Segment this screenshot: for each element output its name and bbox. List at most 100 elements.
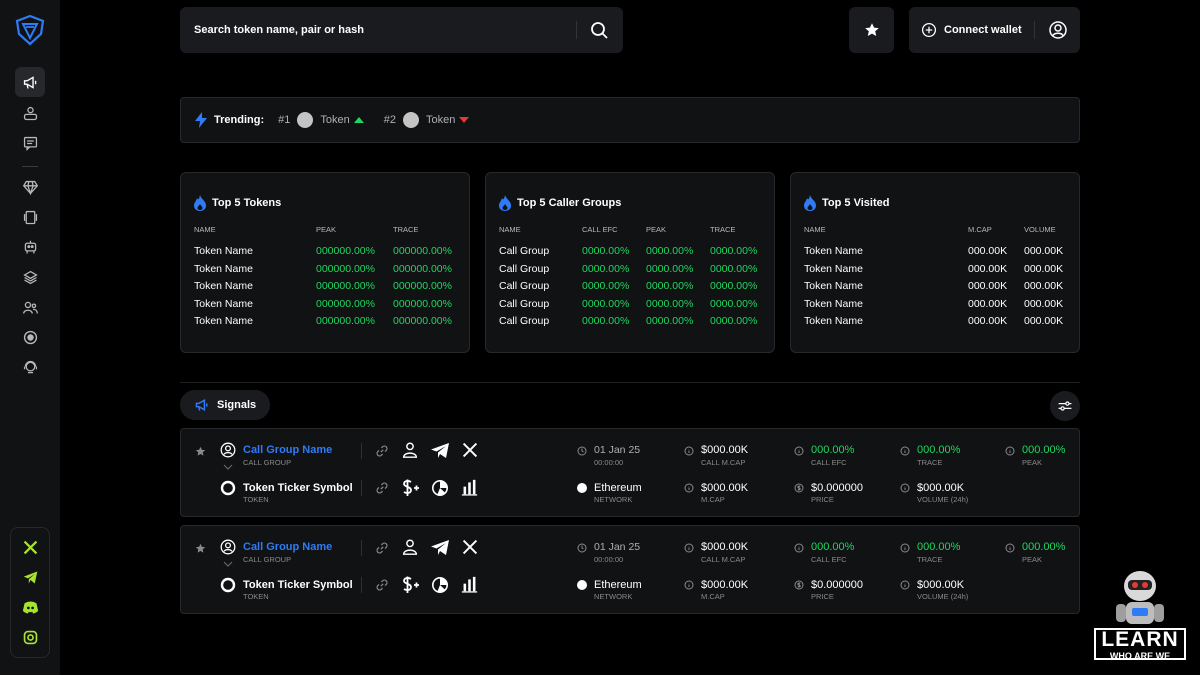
x-icon[interactable]: [462, 442, 478, 458]
info-icon[interactable]: [900, 543, 910, 553]
sidebar-item-chat[interactable]: [15, 128, 45, 158]
telegram-icon[interactable]: [430, 442, 450, 459]
app-logo-icon[interactable]: [14, 14, 46, 46]
column-header: M.CAP: [968, 225, 992, 234]
peak-label: PEAK: [1022, 458, 1043, 467]
chevron-down-icon[interactable]: [223, 464, 233, 470]
call-group-cell[interactable]: Call Group: [499, 263, 549, 275]
info-icon[interactable]: [684, 543, 694, 553]
pie-chart-icon[interactable]: [431, 576, 449, 594]
sidebar-item-tickets[interactable]: [15, 202, 45, 232]
user-profile-icon[interactable]: [1048, 20, 1068, 40]
social-instagram[interactable]: [20, 627, 40, 647]
bar-chart-icon[interactable]: [461, 576, 478, 593]
users-icon: [23, 106, 37, 120]
peak-cell: 000000.00%: [316, 298, 375, 310]
price-icon[interactable]: [794, 483, 804, 493]
sidebar-item-targets[interactable]: [15, 322, 45, 352]
sidebar-item-premium[interactable]: [15, 172, 45, 202]
x-icon[interactable]: [462, 539, 478, 555]
info-icon[interactable]: [900, 446, 910, 456]
filter-button[interactable]: [1050, 391, 1080, 421]
link-icon[interactable]: [376, 542, 388, 554]
trending-token[interactable]: Token: [320, 114, 349, 126]
info-icon[interactable]: [1005, 446, 1015, 456]
token-name-cell[interactable]: Token Name: [804, 298, 863, 310]
user-icon[interactable]: [401, 538, 419, 556]
sidebar-item-team[interactable]: [15, 292, 45, 322]
telegram-icon: [23, 571, 37, 583]
pie-chart-icon[interactable]: [431, 479, 449, 497]
info-icon[interactable]: [900, 483, 910, 493]
call-group-cell[interactable]: Call Group: [499, 315, 549, 327]
trace-value: 000.00%: [917, 541, 961, 553]
group-label: CALL GROUP: [243, 555, 292, 564]
info-icon[interactable]: [1005, 543, 1015, 553]
dollar-plus-icon[interactable]: [400, 575, 420, 595]
token-name-cell[interactable]: Token Name: [804, 315, 863, 327]
star-icon[interactable]: [195, 543, 206, 554]
signals-tab[interactable]: Signals: [180, 390, 270, 420]
token-logo-icon: [402, 112, 419, 128]
sidebar-item-stacks[interactable]: [15, 262, 45, 292]
divider: [361, 443, 362, 459]
social-telegram[interactable]: [20, 567, 40, 587]
info-icon[interactable]: [684, 580, 694, 590]
info-icon[interactable]: [900, 580, 910, 590]
clock-icon: [577, 543, 587, 553]
social-x[interactable]: [20, 537, 40, 557]
trace-label: TRACE: [917, 458, 943, 467]
link-icon[interactable]: [376, 445, 388, 457]
info-icon[interactable]: [794, 446, 804, 456]
user-icon[interactable]: [401, 441, 419, 459]
info-icon[interactable]: [684, 483, 694, 493]
sidebar-item-support[interactable]: [15, 352, 45, 382]
mcap-label: M.CAP: [701, 592, 725, 601]
token-name-cell[interactable]: Token Name: [194, 245, 253, 257]
telegram-icon[interactable]: [430, 539, 450, 556]
price-icon[interactable]: [794, 580, 804, 590]
sidebar: [0, 0, 60, 675]
trending-token[interactable]: Token: [426, 114, 455, 126]
call-group-cell[interactable]: Call Group: [499, 298, 549, 310]
group-name-link[interactable]: Call Group Name: [243, 541, 332, 553]
signal-date: 01 Jan 25: [594, 444, 641, 456]
star-icon[interactable]: [195, 446, 206, 457]
token-name-cell[interactable]: Token Name: [194, 280, 253, 292]
peak-cell: 0000.00%: [646, 280, 694, 292]
sidebar-item-callers[interactable]: [15, 98, 45, 128]
token-name-cell[interactable]: Token Name: [804, 245, 863, 257]
call-group-cell[interactable]: Call Group: [499, 245, 549, 257]
token-name-cell[interactable]: Token Name: [194, 315, 253, 327]
volume-value: $000.00K: [917, 482, 965, 494]
dollar-plus-icon[interactable]: [400, 478, 420, 498]
sidebar-item-signals[interactable]: [15, 67, 45, 97]
peak-cell: 0000.00%: [646, 263, 694, 275]
token-name-cell[interactable]: Token Name: [804, 263, 863, 275]
call-group-cell[interactable]: Call Group: [499, 280, 549, 292]
search-icon[interactable]: [589, 20, 609, 40]
trace-cell: 000000.00%: [393, 298, 452, 310]
chevron-down-icon[interactable]: [223, 561, 233, 567]
favorites-button[interactable]: [849, 7, 894, 53]
token-symbol-link[interactable]: Token Ticker Symbol: [243, 482, 353, 494]
token-name-cell[interactable]: Token Name: [804, 280, 863, 292]
token-symbol-link[interactable]: Token Ticker Symbol: [243, 579, 353, 591]
network-value: Ethereum: [594, 482, 642, 494]
trending-rank: #2: [383, 114, 396, 126]
bar-chart-icon[interactable]: [461, 479, 478, 496]
token-name-cell[interactable]: Token Name: [194, 263, 253, 275]
link-icon[interactable]: [376, 482, 388, 494]
link-icon[interactable]: [376, 579, 388, 591]
search-input[interactable]: [194, 19, 554, 41]
sidebar-item-bots[interactable]: [15, 232, 45, 262]
mcap-cell: 000.00K: [968, 298, 1008, 310]
info-icon[interactable]: [794, 543, 804, 553]
group-name-link[interactable]: Call Group Name: [243, 444, 332, 456]
social-discord[interactable]: [20, 597, 40, 617]
watermark-subtitle: WHO ARE WE: [1109, 651, 1171, 661]
card-title: Top 5 Visited: [804, 195, 889, 211]
info-icon[interactable]: [684, 446, 694, 456]
token-name-cell[interactable]: Token Name: [194, 298, 253, 310]
connect-wallet-button[interactable]: Connect wallet: [921, 20, 1022, 40]
